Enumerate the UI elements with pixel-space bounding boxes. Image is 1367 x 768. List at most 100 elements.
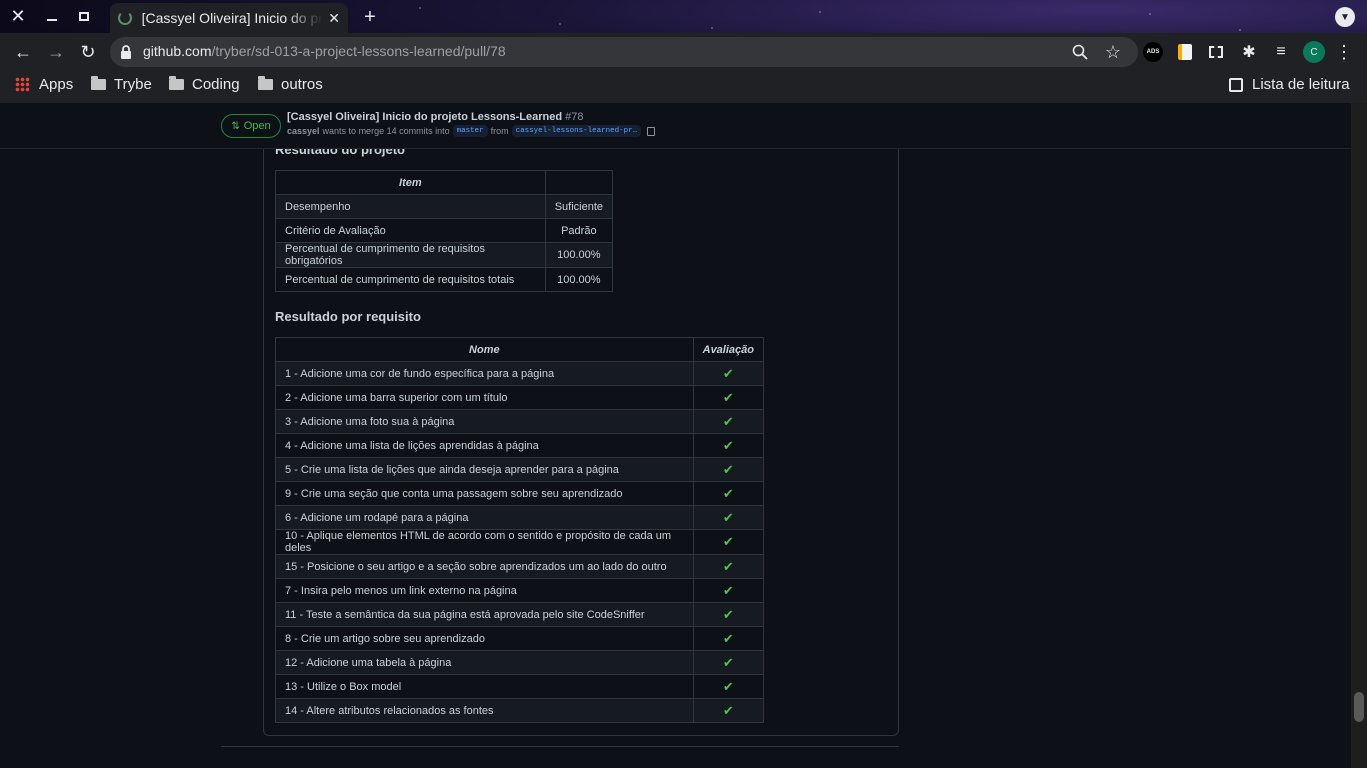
table-row: 14 - Altere atributos relacionados as fo…: [275, 698, 765, 723]
check-icon: ✔: [692, 409, 765, 434]
table-row: 15 - Posicione o seu artigo e a seção so…: [275, 554, 765, 579]
requirements-table: Nome Avaliação 1 - Adicione uma cor de f…: [275, 337, 765, 723]
pr-from-text: from: [490, 126, 509, 136]
column-header: Avaliação: [692, 337, 765, 362]
profile-avatar[interactable]: C: [1303, 41, 1325, 63]
requirement-name: 6 - Adicione um rodapé para a página: [275, 505, 694, 530]
pr-title-text: [Cassyel Oliveira] Inicio do projeto Les…: [287, 111, 563, 123]
bookmark-label: Trybe: [114, 76, 152, 93]
browser-tab[interactable]: [Cassyel Oliveira] Inicio do projeto Les…: [110, 3, 348, 33]
check-icon: ✔: [692, 385, 765, 410]
table-cell: 100.00%: [544, 242, 614, 268]
bookmark-apps[interactable]: Apps: [15, 76, 73, 93]
tab-close-icon[interactable]: ✕: [328, 10, 340, 27]
forward-icon[interactable]: →: [45, 41, 67, 63]
pr-title[interactable]: [Cassyel Oliveira] Inicio do projeto Les…: [287, 111, 584, 123]
divider: [221, 746, 899, 747]
check-icon: ✔: [692, 505, 765, 530]
check-icon: ✔: [692, 433, 765, 458]
table-row: 7 - Insira pelo menos um link externo na…: [275, 578, 765, 603]
check-icon: ✔: [692, 529, 765, 555]
check-icon: ✔: [692, 626, 765, 651]
check-icon: ✔: [692, 698, 765, 723]
check-icon: ✔: [692, 602, 765, 627]
pr-author-link[interactable]: cassyel: [287, 126, 320, 136]
column-header: Item: [275, 170, 546, 195]
check-icon: ✔: [692, 481, 765, 506]
table-cell: Percentual de cumprimento de requisitos …: [275, 242, 546, 268]
requirement-name: 5 - Crie uma lista de lições que ainda d…: [275, 457, 694, 482]
pull-request-icon: ⇅: [231, 120, 240, 132]
folder-icon: [258, 76, 273, 90]
copy-icon[interactable]: [647, 126, 656, 136]
table-cell: Suficiente: [544, 194, 614, 219]
media-control-icon[interactable]: ≡: [1271, 42, 1291, 62]
bookmark-outros[interactable]: outros: [258, 76, 323, 93]
base-branch[interactable]: master: [452, 125, 488, 137]
bookmark-coding[interactable]: Coding: [169, 76, 240, 93]
pr-subtitle: cassyel wants to merge 14 commits into m…: [287, 125, 656, 137]
column-header: Nome: [275, 337, 694, 362]
bookmark-label: outros: [281, 76, 323, 93]
check-icon: ✔: [692, 578, 765, 603]
tab-search-button[interactable]: ▼: [1335, 7, 1355, 27]
column-header: [544, 170, 614, 195]
pr-sticky-header: ⇅ Open [Cassyel Oliveira] Inicio do proj…: [0, 103, 1351, 149]
url-text[interactable]: github.com/tryber/sd-013-a-project-lesso…: [143, 43, 506, 59]
folder-icon: [169, 76, 184, 90]
table-row: 11 - Teste a semântica da sua página est…: [275, 602, 765, 627]
tab-title: [Cassyel Oliveira] Inicio do projeto Les…: [141, 10, 323, 26]
requirement-name: 11 - Teste a semântica da sua página est…: [275, 602, 694, 627]
close-window-icon[interactable]: ✕: [8, 6, 28, 26]
lock-icon[interactable]: [118, 43, 134, 61]
url-host: github.com: [143, 43, 212, 59]
table-row: 13 - Utilize o Box model ✔: [275, 674, 765, 699]
table-cell: Percentual de cumprimento de requisitos …: [275, 267, 546, 292]
github-page: Resultado do projeto Item Desempenho Sufi…: [0, 103, 1351, 768]
minimize-window-icon[interactable]: [42, 6, 62, 26]
table-cell: Padrão: [544, 218, 614, 243]
table-row: 9 - Crie uma seção que conta uma passage…: [275, 481, 765, 506]
page-scrollbar[interactable]: [1351, 103, 1367, 768]
screenshot-extension-icon[interactable]: [1207, 43, 1225, 61]
back-icon[interactable]: ←: [12, 41, 34, 63]
bookmark-label: Coding: [192, 76, 240, 93]
restore-window-icon[interactable]: [74, 6, 94, 26]
bookmark-trybe[interactable]: Trybe: [91, 76, 152, 93]
ads-extension-icon[interactable]: ADS: [1143, 42, 1163, 62]
requirement-name: 7 - Insira pelo menos um link externo na…: [275, 578, 694, 603]
reading-list-label: Lista de leitura: [1252, 76, 1350, 93]
sheets-extension-icon[interactable]: [1176, 43, 1194, 61]
reading-list-icon: [1229, 77, 1243, 92]
check-icon: ✔: [692, 554, 765, 579]
check-icon: ✔: [692, 650, 765, 675]
pr-state-badge: ⇅ Open: [221, 114, 281, 138]
table-row: 2 - Adicione uma barra superior com um t…: [275, 385, 765, 410]
menu-kebab-icon[interactable]: ⋮: [1335, 41, 1353, 63]
requirement-name: 4 - Adicione uma lista de lições aprendi…: [275, 433, 694, 458]
reload-icon[interactable]: ↻: [77, 41, 99, 63]
extensions-puzzle-icon[interactable]: ✱: [1239, 42, 1259, 62]
requirement-name: 8 - Crie um artigo sobre seu aprendizado: [275, 626, 694, 651]
folder-icon: [91, 76, 106, 90]
bookmark-star-icon[interactable]: ☆: [1103, 42, 1123, 62]
table-row: 4 - Adicione uma lista de lições aprendi…: [275, 433, 765, 458]
pr-number: #78: [565, 111, 584, 123]
table-row: 1 - Adicione uma cor de fundo específica…: [275, 361, 765, 386]
requirement-name: 13 - Utilize o Box model: [275, 674, 694, 699]
head-branch[interactable]: cassyel-lessons-learned-pr…: [511, 125, 642, 137]
check-icon: ✔: [692, 457, 765, 482]
new-tab-button[interactable]: +: [358, 5, 382, 29]
zoom-icon[interactable]: [1071, 43, 1089, 61]
table-row: 8 - Crie um artigo sobre seu aprendizado…: [275, 626, 765, 651]
scrollbar-thumb[interactable]: [1354, 692, 1364, 722]
table-row: Desempenho Suficiente: [275, 194, 614, 219]
requirement-name: 2 - Adicione uma barra superior com um t…: [275, 385, 694, 410]
table-row: 10 - Aplique elementos HTML de acordo co…: [275, 529, 765, 555]
results-table: Item Desempenho Suficiente Critério de Av…: [275, 170, 614, 292]
url-path: /tryber/sd-013-a-project-lessons-learned…: [211, 43, 506, 59]
reading-list-button[interactable]: Lista de leitura: [1229, 76, 1350, 93]
table-row: Percentual de cumprimento de requisitos …: [275, 267, 614, 292]
table-row: 12 - Adicione uma tabela à página ✔: [275, 650, 765, 675]
table-header-row: Nome Avaliação: [275, 337, 765, 362]
